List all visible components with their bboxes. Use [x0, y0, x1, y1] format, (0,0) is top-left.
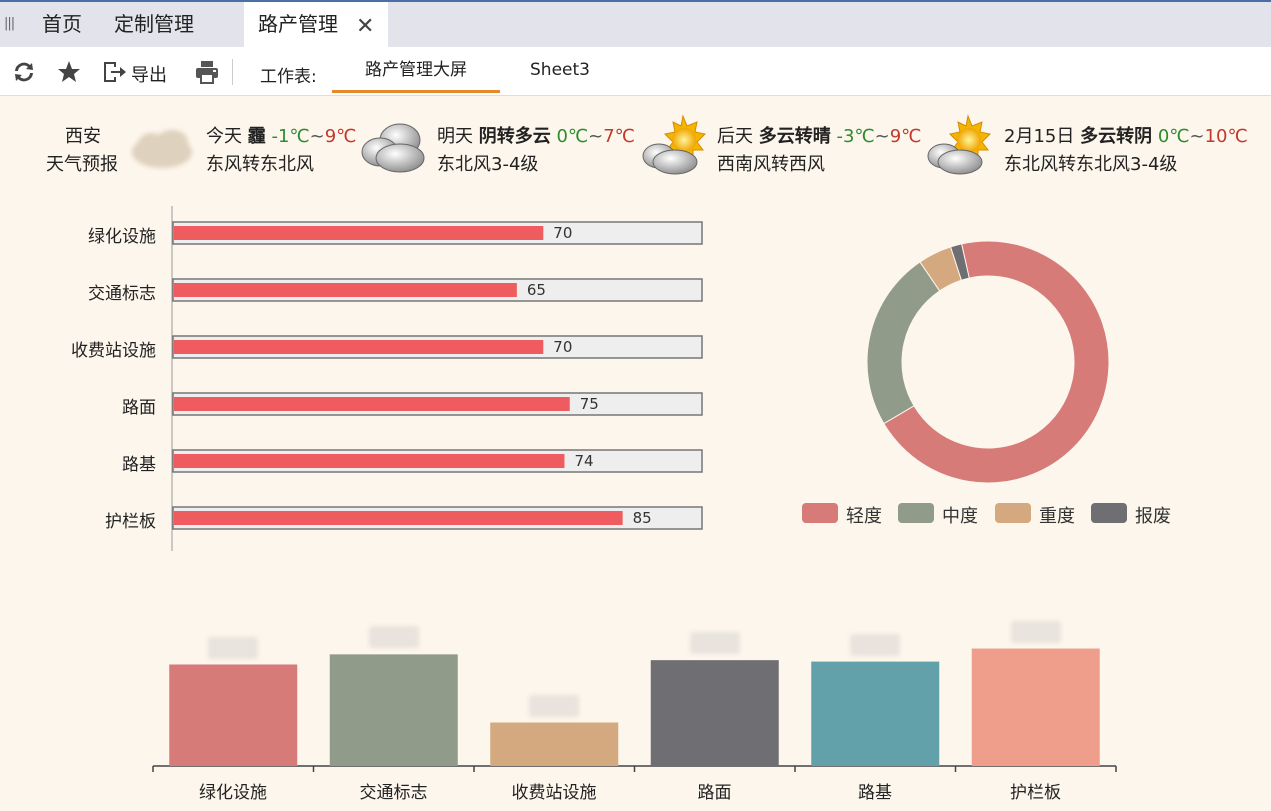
- weather-today-line1: 今天 霾 -1℃~9℃: [206, 122, 356, 148]
- cloudy-icon: [361, 123, 425, 173]
- weather-today-wind: 东风转东北风: [206, 154, 314, 175]
- hbar-bar: [174, 397, 570, 411]
- weather-condition: 多云转晴: [758, 126, 831, 147]
- legend-label[interactable]: 重度: [1039, 502, 1075, 528]
- weather-low-temp: -1℃: [271, 126, 310, 147]
- hbar-value-label: 70: [553, 224, 572, 242]
- legend-swatch[interactable]: [995, 503, 1031, 523]
- hbar-category-label: 交通标志: [88, 284, 156, 304]
- partly-sunny-icon: [927, 114, 992, 175]
- legend-label[interactable]: 报废: [1135, 502, 1171, 528]
- donut-slice: [866, 261, 941, 425]
- sheet-label: 工作表:: [260, 67, 317, 87]
- hbar-category-label: 绿化设施: [88, 227, 156, 247]
- vbar-bar: [971, 648, 1100, 766]
- vbar-value-label: [689, 632, 740, 655]
- toolbar: 导出 工作表: 路产管理大屏 Sheet3: [0, 47, 1271, 96]
- weather-forecast-label: 天气预报: [46, 154, 118, 175]
- weather-high-temp: 10℃: [1204, 126, 1248, 147]
- vbar-value-label: [529, 694, 580, 717]
- hbar-category-label: 路面: [122, 398, 156, 418]
- tab-label: 路产管理: [258, 12, 338, 36]
- vbar-bar: [650, 660, 779, 766]
- weather-high-temp: 9℃: [324, 126, 357, 147]
- legend-swatch[interactable]: [1091, 503, 1127, 523]
- vbar-bar: [329, 654, 458, 766]
- hbar-value-label: 74: [574, 452, 593, 470]
- temp-separator: ~: [1189, 126, 1205, 147]
- donut-chart: [866, 240, 1110, 484]
- vbar-category-label: 绿化设施: [199, 783, 267, 803]
- weather-tomorrow-wind: 东北风3-4级: [437, 154, 539, 175]
- weather-condition: 多云转阴: [1080, 126, 1153, 147]
- vbar-chart: [152, 648, 1117, 772]
- grip-icon[interactable]: |||: [4, 16, 15, 31]
- export-icon[interactable]: [101, 59, 127, 85]
- star-icon[interactable]: [56, 59, 82, 85]
- weather-day-label: 明天: [437, 126, 473, 147]
- refresh-icon[interactable]: [11, 59, 37, 85]
- weather-high-temp: 9℃: [889, 126, 922, 147]
- weather-low-temp: 0℃: [556, 126, 589, 147]
- tab-bar: ||| 首页 定制管理 路产管理 ✕: [0, 2, 1271, 47]
- legend-swatch[interactable]: [898, 503, 934, 523]
- vbar-category-label: 路基: [858, 783, 892, 803]
- vbar-bar: [811, 661, 940, 766]
- tab-home[interactable]: 首页: [42, 2, 82, 47]
- hbar-bar: [174, 226, 544, 240]
- hbar-category-label: 路基: [122, 455, 156, 475]
- close-icon[interactable]: ✕: [356, 4, 374, 49]
- weather-city: 西安: [65, 126, 101, 147]
- hbar-chart: 70 65 70 75 74 85: [171, 206, 703, 551]
- hbar-value-label: 85: [633, 509, 652, 527]
- hbar-bar: [174, 511, 623, 525]
- vbar-value-label: [368, 626, 419, 649]
- temp-separator: ~: [309, 126, 325, 147]
- tab-custom-management[interactable]: 定制管理: [114, 2, 194, 47]
- hbar-value-label: 75: [580, 395, 599, 413]
- hbar-bar: [174, 283, 517, 297]
- vbar-category-label: 收费站设施: [511, 783, 597, 803]
- weather-day-after-wind: 西南风转西风: [717, 154, 825, 175]
- vbar-category-label: 护栏板: [1010, 783, 1061, 803]
- hbar-category-label: 收费站设施: [71, 341, 156, 361]
- weather-condition: 霾: [247, 126, 266, 147]
- weather-day-label: 2月15日: [1004, 126, 1075, 147]
- temp-separator: ~: [588, 126, 604, 147]
- weather-day-after-line1: 后天 多云转晴 -3℃~9℃: [717, 122, 921, 148]
- sheet-tab-sheet3[interactable]: Sheet3: [510, 47, 610, 93]
- weather-low-temp: -3℃: [836, 126, 875, 147]
- weather-tomorrow-line1: 明天 阴转多云 0℃~7℃: [437, 122, 635, 148]
- vbar-category-label: 交通标志: [359, 783, 428, 803]
- hbar-category-label: 护栏板: [105, 512, 156, 532]
- vbar-bar: [169, 664, 298, 766]
- vbar-bar: [490, 722, 619, 766]
- haze-icon: [132, 130, 192, 168]
- dashboard-canvas: 西安 天气预报 今天 霾 -1℃~9℃ 东风转东北风 明天 阴转多云 0℃~7℃…: [0, 96, 1271, 811]
- weather-day-label: 今天: [206, 126, 242, 147]
- legend-swatch[interactable]: [802, 503, 838, 523]
- hbar-value-label: 65: [527, 281, 546, 299]
- hbar-bar: [174, 454, 565, 468]
- temp-separator: ~: [874, 126, 890, 147]
- weather-high-temp: 7℃: [603, 126, 635, 147]
- weather-feb15-line1: 2月15日 多云转阴 0℃~10℃: [1004, 122, 1248, 148]
- export-button[interactable]: 导出: [131, 61, 167, 87]
- legend-label[interactable]: 轻度: [846, 502, 882, 528]
- legend-label[interactable]: 中度: [942, 502, 978, 528]
- vbar-value-label: [1010, 620, 1061, 643]
- hbar-value-label: 70: [553, 338, 572, 356]
- vbar-value-label: [850, 633, 901, 656]
- weather-low-temp: 0℃: [1157, 126, 1190, 147]
- print-icon[interactable]: [194, 59, 220, 85]
- weather-feb15-wind: 东北风转东北风3-4级: [1004, 154, 1178, 175]
- sheet-tab-dashboard[interactable]: 路产管理大屏: [332, 47, 500, 93]
- weather-day-label: 后天: [717, 126, 753, 147]
- vbar-value-label: [208, 636, 259, 659]
- weather-condition: 阴转多云: [478, 126, 551, 147]
- toolbar-separator: [232, 59, 233, 85]
- vbar-category-label: 路面: [697, 783, 732, 803]
- partly-sunny-icon: [642, 114, 707, 175]
- hbar-bar: [174, 340, 544, 354]
